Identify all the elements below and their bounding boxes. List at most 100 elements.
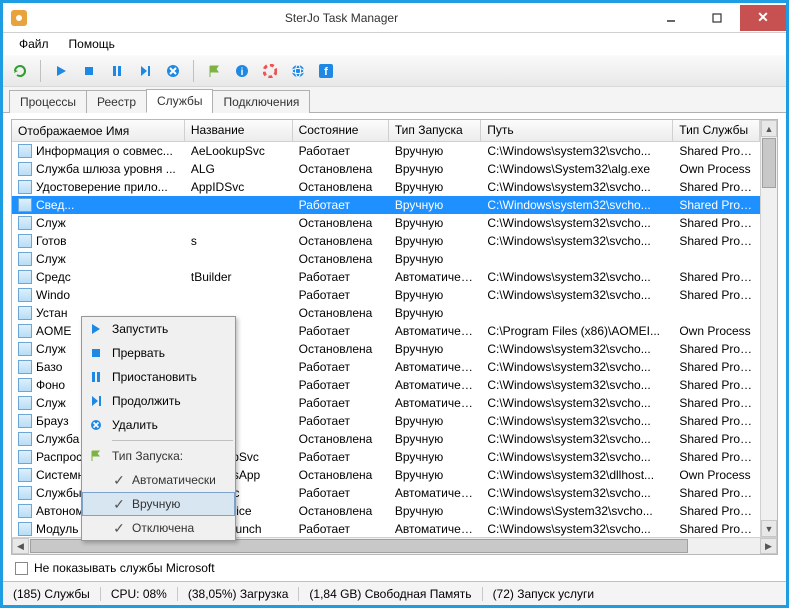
table-row[interactable]: СредсtBuilderРаботаетАвтоматическиC:\Win… — [12, 268, 760, 286]
cm-delete[interactable]: Удалить — [82, 413, 235, 437]
check-icon: ✓ — [110, 520, 128, 537]
cell-start: Вручную — [389, 143, 481, 159]
cell-path: C:\Windows\system32\dllhost... — [481, 467, 673, 483]
cell-display: Брауз — [36, 414, 69, 428]
table-row[interactable]: СлужОстановленаВручную — [12, 250, 760, 268]
cell-start: Автоматически — [389, 521, 481, 537]
cell-start: Автоматически — [389, 323, 481, 339]
help-icon[interactable] — [259, 60, 281, 82]
cell-path: C:\Windows\System32\svcho... — [481, 503, 673, 519]
col-service-type[interactable]: Тип Службы — [673, 120, 760, 141]
menu-help[interactable]: Помощь — [59, 35, 125, 53]
tab-connections[interactable]: Подключения — [212, 90, 310, 113]
table-row[interactable]: СлужОстановленаВручнуюC:\Windows\system3… — [12, 214, 760, 232]
delete-icon[interactable] — [162, 60, 184, 82]
status-load: (38,05%) Загрузка — [178, 587, 300, 601]
cell-path: C:\Windows\System32\alg.exe — [481, 161, 673, 177]
cell-name: tBuilder — [185, 269, 293, 285]
service-icon — [18, 486, 32, 500]
tabstrip: Процессы Реестр Службы Подключения — [3, 87, 786, 113]
cell-state: Остановлена — [293, 305, 389, 321]
menubar: Файл Помощь — [3, 33, 786, 55]
cell-type: Shared Process — [673, 269, 760, 285]
scroll-down-icon[interactable]: ▼ — [761, 520, 777, 537]
cell-start: Вручную — [389, 431, 481, 447]
close-button[interactable]: ✕ — [740, 5, 786, 31]
cell-start: Вручную — [389, 503, 481, 519]
grid-header[interactable]: Отображаемое Имя Название Состояние Тип … — [12, 120, 760, 142]
globe-icon[interactable] — [287, 60, 309, 82]
cm-auto[interactable]: ✓ Автоматически — [82, 468, 235, 492]
cell-path — [481, 312, 673, 314]
cell-state: Остановлена — [293, 341, 389, 357]
flag-icon[interactable] — [203, 60, 225, 82]
scroll-left-icon[interactable]: ◀ — [12, 538, 29, 554]
cell-type: Shared Process — [673, 431, 760, 447]
col-display-name[interactable]: Отображаемое Имя — [12, 120, 185, 141]
cell-state: Работает — [293, 197, 389, 213]
cell-path — [481, 258, 673, 260]
step-icon[interactable] — [134, 60, 156, 82]
maximize-button[interactable] — [694, 5, 740, 31]
scroll-right-icon[interactable]: ▶ — [760, 538, 777, 554]
service-icon — [18, 396, 32, 410]
vertical-scrollbar[interactable]: ▲ ▼ — [760, 120, 777, 537]
cell-type: Own Process — [673, 467, 760, 483]
cell-type: Shared Process — [673, 215, 760, 231]
cell-state: Работает — [293, 449, 389, 465]
col-name[interactable]: Название — [185, 120, 293, 141]
cell-type: Shared Process — [673, 521, 760, 537]
status-starting: (72) Запуск услуги — [483, 587, 605, 601]
scroll-thumb[interactable] — [762, 138, 776, 188]
pause-icon[interactable] — [106, 60, 128, 82]
hide-ms-checkbox[interactable] — [15, 562, 28, 575]
service-icon — [18, 270, 32, 284]
cell-display: Служ — [36, 216, 66, 230]
table-row[interactable]: Служба шлюза уровня ...ALGОстановленаВру… — [12, 160, 760, 178]
table-row[interactable]: Информация о совмес...AeLookupSvcРаботае… — [12, 142, 760, 160]
titlebar[interactable]: SterJo Task Manager ✕ — [3, 3, 786, 33]
cell-path: C:\Windows\system32\svcho... — [481, 287, 673, 303]
status-services: (185) Службы — [3, 587, 101, 601]
hscroll-thumb[interactable] — [30, 539, 688, 553]
stop-icon[interactable] — [78, 60, 100, 82]
table-row[interactable]: Свед...РаботаетВручнуюC:\Windows\system3… — [12, 196, 760, 214]
tab-registry[interactable]: Реестр — [86, 90, 147, 113]
col-state[interactable]: Состояние — [293, 120, 389, 141]
hide-ms-label: Не показывать службы Microsoft — [34, 561, 215, 575]
cm-disabled[interactable]: ✓ Отключена — [82, 516, 235, 540]
service-icon — [18, 162, 32, 176]
cell-type: Shared Process — [673, 359, 760, 375]
cell-type: Own Process — [673, 161, 760, 177]
hide-ms-checkbox-row[interactable]: Не показывать службы Microsoft — [11, 555, 778, 581]
table-row[interactable]: Удостоверение прило...AppIDSvcОстановлен… — [12, 178, 760, 196]
cm-start[interactable]: Запустить — [82, 317, 235, 341]
statusbar: (185) Службы CPU: 08% (38,05%) Загрузка … — [3, 581, 786, 605]
tab-services[interactable]: Службы — [146, 89, 213, 113]
tab-processes[interactable]: Процессы — [9, 90, 87, 113]
table-row[interactable]: ГотовsОстановленаВручнуюC:\Windows\syste… — [12, 232, 760, 250]
cell-state: Работает — [293, 287, 389, 303]
col-start-type[interactable]: Тип Запуска — [389, 120, 481, 141]
scroll-up-icon[interactable]: ▲ — [761, 120, 777, 137]
cm-stop[interactable]: Прервать — [82, 341, 235, 365]
facebook-icon[interactable]: f — [315, 60, 337, 82]
cell-state: Остановлена — [293, 161, 389, 177]
table-row[interactable]: WindoРаботаетВручнуюC:\Windows\system32\… — [12, 286, 760, 304]
flag-icon — [88, 448, 104, 464]
cm-separator — [112, 440, 233, 441]
cm-pause[interactable]: Приостановить — [82, 365, 235, 389]
cm-manual[interactable]: ✓ Вручную — [82, 492, 235, 516]
col-path[interactable]: Путь — [481, 120, 673, 141]
refresh-icon[interactable] — [9, 60, 31, 82]
cell-path: C:\Windows\system32\svcho... — [481, 413, 673, 429]
cell-type: Shared Process — [673, 179, 760, 195]
cm-resume[interactable]: Продолжить — [82, 389, 235, 413]
minimize-button[interactable] — [648, 5, 694, 31]
info-icon[interactable]: i — [231, 60, 253, 82]
menu-file[interactable]: Файл — [9, 35, 59, 53]
service-icon — [18, 342, 32, 356]
play-icon[interactable] — [50, 60, 72, 82]
cell-display: Базо — [36, 360, 62, 374]
delete-icon — [88, 417, 104, 433]
